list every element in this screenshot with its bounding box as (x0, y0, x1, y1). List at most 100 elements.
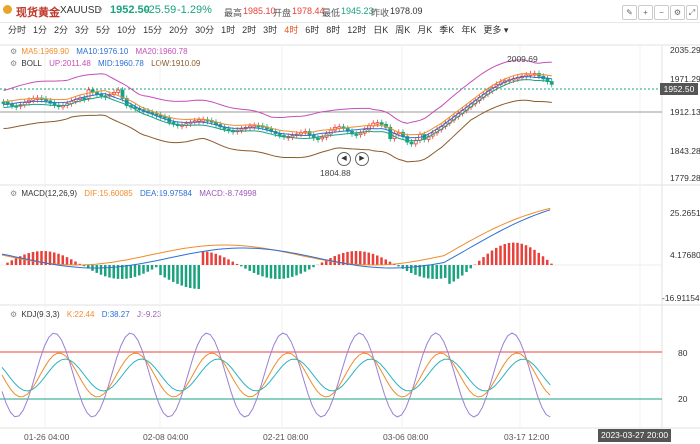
macd-bar (520, 243, 523, 265)
macd-bar (108, 265, 111, 278)
macd-dif-line (1, 207, 551, 266)
macd-bar (427, 265, 430, 279)
macd-bar (150, 265, 154, 270)
macd-bar (550, 263, 553, 265)
scroll-left-icon[interactable]: ◀ (337, 152, 351, 166)
macd-bar (6, 262, 9, 265)
kline-chart[interactable] (0, 0, 700, 444)
candlestick (252, 125, 257, 128)
price-axis-label: 1843.28 (670, 146, 700, 156)
macd-bar (53, 252, 56, 265)
macd-bar (512, 242, 515, 265)
scroll-right-icon[interactable]: ▶ (355, 152, 369, 166)
macd-bar (235, 263, 239, 265)
macd-bar (180, 265, 183, 286)
macd-bar (133, 265, 137, 277)
macd-bar (410, 265, 413, 274)
macd-bar (359, 251, 362, 265)
macd-bar (478, 260, 481, 265)
macd-bar (499, 245, 502, 265)
macd-bar (278, 265, 281, 279)
macd-bar (155, 265, 158, 268)
macd-bar (252, 265, 256, 273)
macd-bar (435, 265, 438, 279)
macd-bar (129, 265, 132, 278)
price-axis-label: 2035.29 (670, 45, 700, 55)
candlestick (375, 122, 380, 125)
boll-upper-line (3, 59, 552, 124)
macd-bar (354, 251, 358, 265)
candlestick (358, 132, 363, 136)
kdj-axis-label: 20 (678, 394, 688, 404)
x-axis-label: 03-17 12:00 (504, 432, 550, 442)
macd-bar (231, 261, 234, 265)
candlestick (354, 133, 359, 136)
macd-bar (176, 265, 179, 284)
macd-bar (363, 251, 366, 265)
candlestick (1, 101, 6, 104)
candlestick (277, 133, 282, 136)
macd-bar (184, 265, 188, 287)
kdj-axis-label: 80 (678, 348, 688, 358)
macd-bar (486, 253, 489, 265)
macd-bar (193, 265, 196, 289)
macd-bar (138, 265, 141, 276)
x-axis-label: 02-21 08:00 (263, 432, 309, 442)
macd-bar (65, 257, 69, 265)
macd-bar (439, 265, 443, 279)
macd-bar (104, 265, 107, 277)
macd-bar (490, 250, 494, 265)
macd-bar (206, 251, 209, 265)
macd-bar (248, 265, 251, 271)
macd-bar (31, 252, 35, 265)
candlestick (99, 93, 104, 97)
macd-bar (456, 265, 460, 279)
crosshair-time-tag: 2023-03-27 20:00 (598, 429, 672, 442)
macd-bar (333, 256, 336, 265)
macd-bar (57, 253, 60, 265)
macd-bar (282, 265, 285, 279)
macd-bar (461, 265, 464, 276)
candlestick (290, 135, 295, 138)
macd-axis-label: 4.17680 (670, 250, 700, 260)
macd-bar (380, 257, 383, 265)
macd-bar (541, 256, 545, 265)
macd-bar (14, 258, 18, 265)
candlestick (379, 122, 384, 125)
macd-bar (397, 265, 400, 267)
macd-bar (465, 265, 468, 273)
macd-bar (244, 265, 247, 269)
macd-bar (189, 265, 192, 289)
macd-bar (537, 252, 540, 265)
macd-bar (299, 265, 302, 274)
macd-bar (495, 247, 498, 265)
macd-bar (274, 265, 277, 279)
macd-bar (376, 255, 379, 265)
macd-bar (223, 257, 226, 265)
macd-bar (167, 265, 171, 280)
candlestick (86, 89, 91, 99)
x-axis-label: 01-26 04:00 (24, 432, 70, 442)
current-price-tag: 1952.50 (660, 83, 698, 95)
macd-bar (524, 245, 528, 265)
macd-bar (448, 265, 451, 284)
macd-dea-line (1, 209, 551, 269)
macd-bar (218, 255, 222, 265)
candlestick (52, 102, 57, 106)
macd-bar (210, 252, 213, 265)
macd-bar (121, 265, 124, 279)
macd-bar (99, 265, 103, 275)
macd-bar (503, 244, 506, 265)
macd-bar (197, 265, 200, 289)
macd-bar (546, 259, 549, 265)
macd-bar (452, 265, 455, 282)
macd-bar (74, 261, 77, 265)
macd-bar (350, 251, 353, 265)
candlestick (409, 141, 414, 145)
macd-bar (61, 255, 64, 265)
macd-bar (95, 265, 98, 273)
macd-bar (422, 265, 426, 278)
macd-bar (257, 265, 260, 275)
candlestick (22, 102, 27, 106)
macd-axis-label: 25.26514 (670, 208, 700, 218)
